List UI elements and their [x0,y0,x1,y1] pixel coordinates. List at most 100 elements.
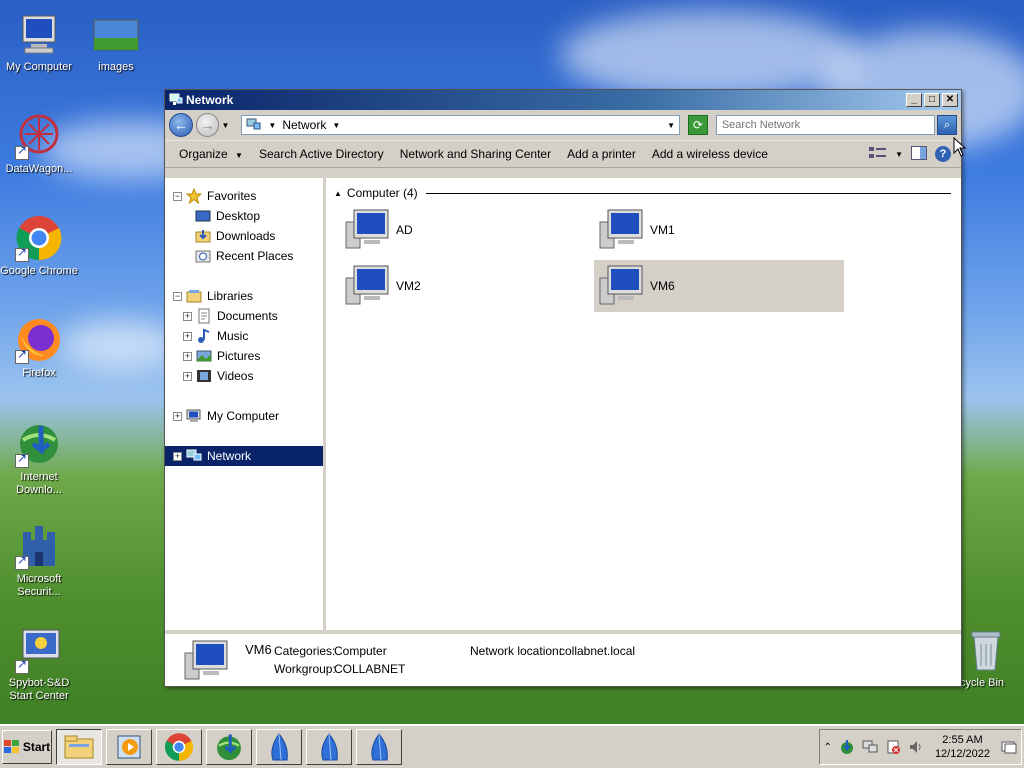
taskbar-chrome-button[interactable] [156,729,202,765]
search-active-directory-button[interactable]: Search Active Directory [251,147,392,161]
computer-item[interactable]: VM2 [340,260,590,312]
computer-item[interactable]: VM1 [594,204,844,256]
firefox-icon [15,316,63,364]
expand-icon[interactable]: + [183,311,192,321]
network-icon [169,93,183,105]
nav-downloads[interactable]: Downloads [165,226,323,246]
desktop-icon-my-computer[interactable]: My Computer [0,10,78,74]
nav-documents[interactable]: + Documents [165,306,323,326]
expand-icon[interactable]: + [183,331,192,341]
nav-libraries[interactable]: − Libraries [165,286,323,306]
expand-icon[interactable]: + [173,411,182,421]
nav-my-computer[interactable]: + My Computer [165,406,323,426]
chevron-down-icon[interactable]: ▼ [895,150,903,159]
show-hidden-icons-chevron-icon[interactable]: ⌃ [824,742,832,753]
nav-videos[interactable]: + Videos [165,366,323,386]
sail-app-icon [371,733,388,761]
action-center-icon[interactable] [885,739,901,755]
refresh-icon: ⟳ [692,118,703,132]
desktop-icon-firefox[interactable]: Firefox [0,316,78,380]
computer-icon [345,265,389,305]
computer-name: VM6 [650,279,675,293]
help-icon[interactable]: ? [935,146,951,162]
network-tray-icon[interactable] [862,739,878,755]
show-desktop-icon[interactable] [1001,739,1017,755]
taskbar-app-button[interactable] [256,729,302,765]
mouse-cursor-icon [953,137,967,157]
refresh-button[interactable]: ⟳ [688,115,708,135]
desktop-icon-microsoft-security[interactable]: Microsoft Securit... [0,522,78,599]
add-printer-button[interactable]: Add a printer [559,147,644,161]
view-options-icon[interactable] [869,146,887,163]
file-list: ▲ Computer (4) AD VM1 VM2 VM6 [326,178,961,630]
nav-desktop[interactable]: Desktop [165,206,323,226]
close-button[interactable]: ✕ [942,93,958,107]
pictures-icon [196,350,212,362]
shortcut-arrow-icon [15,452,29,468]
chevron-down-icon[interactable]: ▼ [332,121,340,130]
taskbar-explorer-button[interactable] [56,729,102,765]
taskbar-app-button[interactable] [306,729,352,765]
collapse-icon[interactable]: − [173,191,182,201]
computer-item[interactable]: AD [340,204,590,256]
taskbar-app-button[interactable] [356,729,402,765]
address-dropdown-icon[interactable]: ▼ [667,121,675,130]
computer-item-selected[interactable]: VM6 [594,260,844,312]
nav-music[interactable]: + Music [165,326,323,346]
desktop-icon-google-chrome[interactable]: Google Chrome [0,214,78,278]
address-location[interactable]: Network [282,118,326,132]
nav-favorites[interactable]: − Favorites [165,186,323,206]
desktop-icon-images[interactable]: images [77,10,155,74]
nav-recent-places[interactable]: Recent Places [165,246,323,266]
computer-icon [599,265,643,305]
preview-pane-icon[interactable] [911,145,927,163]
window-titlebar[interactable]: Network _ □ ✕ [165,90,961,110]
computer-name: VM2 [396,279,421,293]
details-pane: VM6 Categories: Computer Workgroup: COLL… [165,632,961,686]
start-label: Start [22,740,51,754]
taskbar-download-manager-button[interactable] [206,729,252,765]
minimize-button[interactable]: _ [906,93,922,107]
address-bar[interactable]: ▼ Network ▼ ▼ [241,115,681,135]
network-sharing-center-button[interactable]: Network and Sharing Center [392,147,559,161]
image-file-icon [92,10,140,58]
desktop-icon-datawagon[interactable]: DataWagon... [0,112,78,176]
maximize-button[interactable]: □ [924,93,940,107]
search-icon: ⌕ [944,119,951,131]
network-icon [186,449,202,461]
window-title: Network [186,93,234,107]
back-button[interactable]: ← [169,113,193,137]
media-player-icon [117,735,141,759]
clock[interactable]: 2:55 AM 12/12/2022 [931,733,994,761]
start-button[interactable]: Start [2,730,52,764]
organize-label: Organize [179,147,228,161]
volume-icon[interactable] [908,739,924,755]
nav-network[interactable]: + Network [165,446,323,466]
folder-icon [64,735,94,759]
my-computer-icon [15,10,63,58]
group-header[interactable]: ▲ Computer (4) [334,186,951,200]
search-input[interactable] [715,115,936,135]
add-wireless-device-button[interactable]: Add a wireless device [644,147,776,161]
organize-button[interactable]: Organize ▼ [171,147,251,161]
expand-icon[interactable]: + [173,451,182,461]
history-dropdown-icon[interactable]: ▼ [221,121,229,130]
desktop-icon-internet-download[interactable]: Internet Downlo... [0,420,78,497]
chevron-down-icon[interactable]: ▼ [268,121,276,130]
desktop-icon-spybot[interactable]: Spybot-S&D Start Center [0,626,78,703]
taskbar-media-player-button[interactable] [106,729,152,765]
forward-button[interactable]: → [195,113,220,137]
expand-icon[interactable]: + [183,371,192,381]
workgroup-label: Workgroup: [274,662,336,676]
download-tray-icon[interactable] [839,739,855,755]
search-button[interactable]: ⌕ [937,115,958,135]
recycle-bin-icon [962,626,1010,674]
expand-icon[interactable]: + [183,351,192,361]
desktop-icon-label: Google Chrome [0,265,78,277]
sail-app-icon [271,733,288,761]
nav-pictures[interactable]: + Pictures [165,346,323,366]
desktop-icon-label: My Computer [5,61,73,73]
shortcut-arrow-icon [15,658,29,674]
collapse-icon[interactable]: − [173,291,182,301]
nav-label: Pictures [217,349,261,363]
